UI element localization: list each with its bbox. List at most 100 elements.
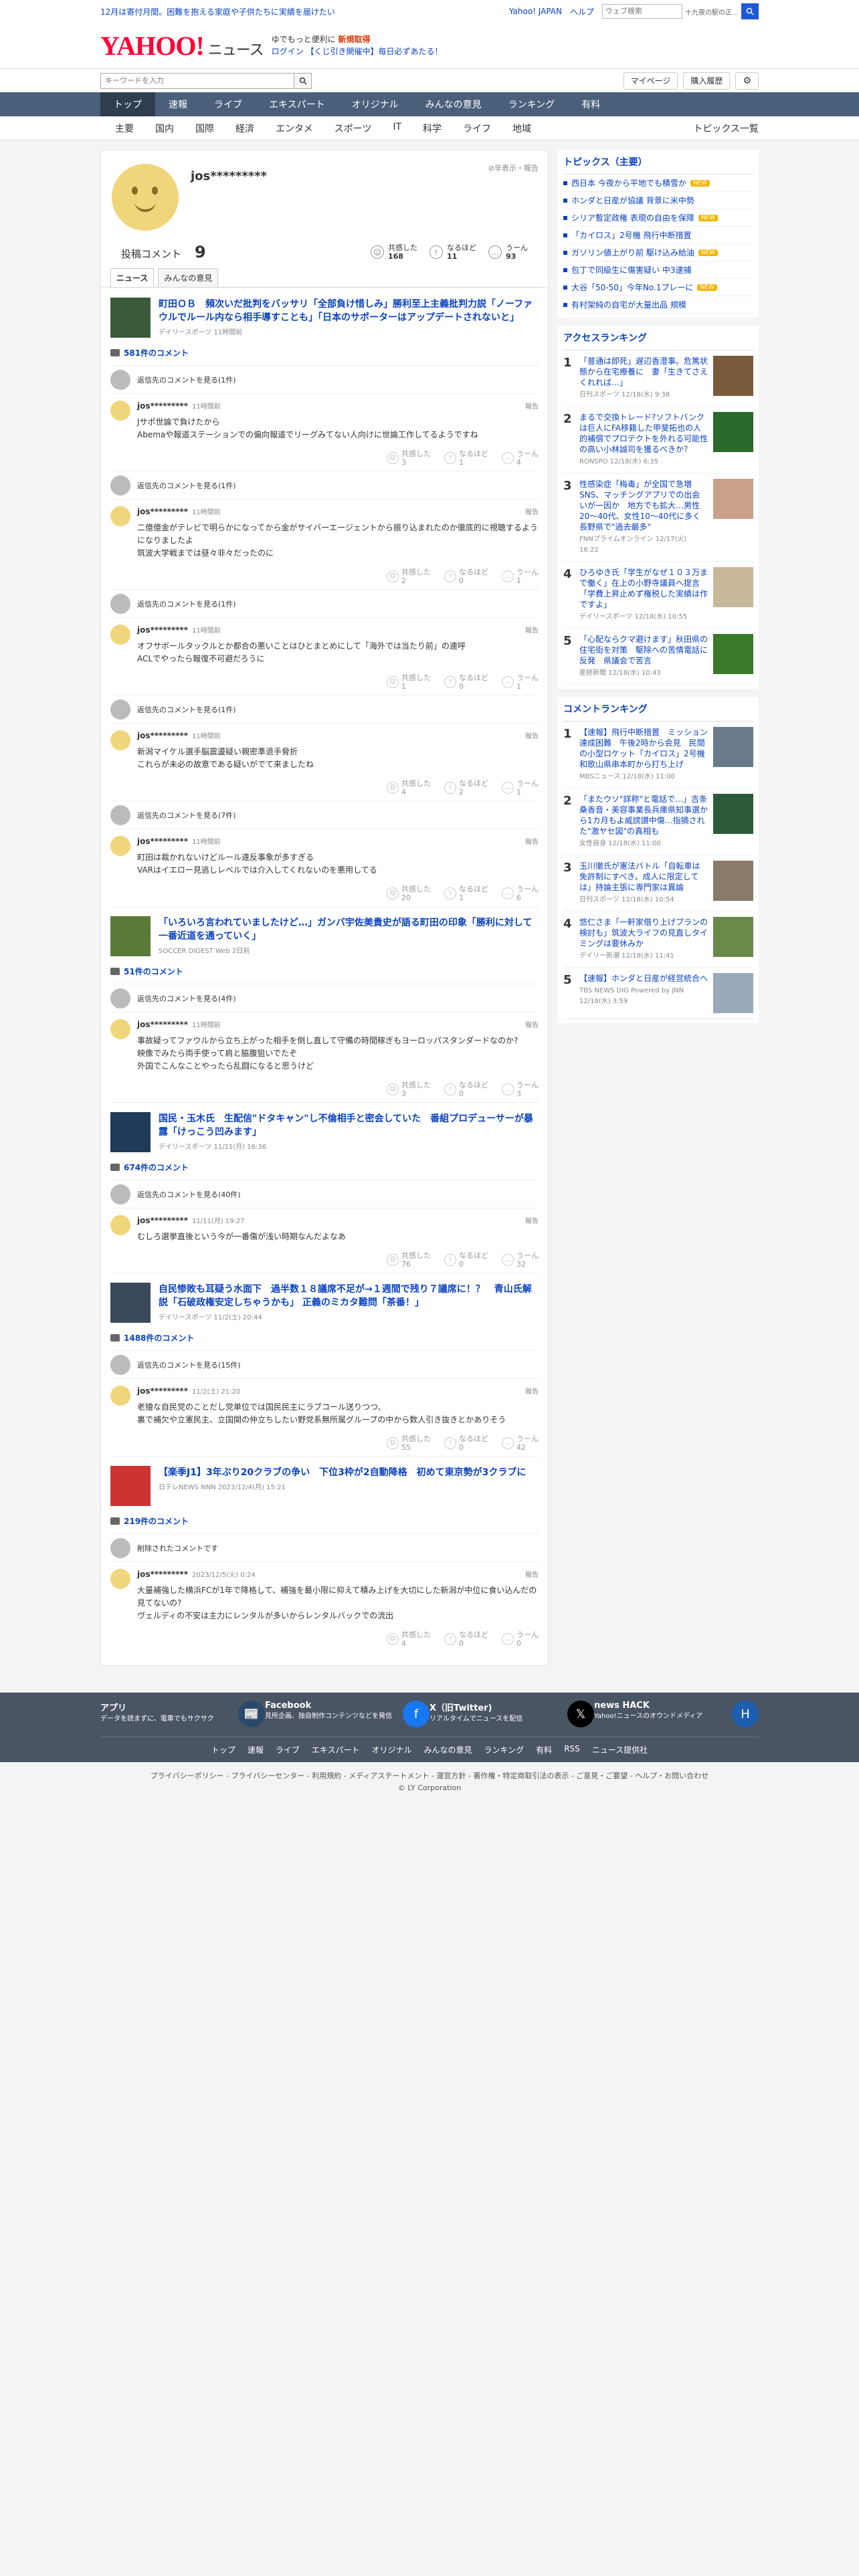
empathy-button[interactable]: ☺ 共感した 76 <box>387 1251 431 1269</box>
parent-comment-link[interactable]: 返信先のコメントを見る(15件) <box>110 1350 539 1378</box>
ranking-item[interactable]: 4 ひろゆき氏「学生がなぜ１０３万まで働く」在上の小野寺議員へ提言「学費上昇止めず… <box>563 562 753 629</box>
hmm-button[interactable]: … うーん 6 <box>502 885 539 902</box>
parent-comment-link[interactable]: 返信先のコメントを見る(40件) <box>110 1180 539 1208</box>
parent-comment-link[interactable]: 返信先のコメントを見る(1件) <box>110 589 539 617</box>
lottery-link[interactable]: 【くじ引き開催中】毎日必ずあたる！ <box>306 47 443 56</box>
insight-button[interactable]: ! なるほど 0 <box>444 1081 488 1098</box>
yahoo-japan-link[interactable]: Yahoo! JAPAN <box>509 7 562 16</box>
footer-link-5[interactable]: みんなの意見 <box>424 1744 472 1755</box>
empathy-button[interactable]: ☺ 共感した 4 <box>387 1630 431 1648</box>
ranking-item[interactable]: 1 【速報】飛行中断措置 ミッション達成困難 午後2時から会見 民間の小型ロケット… <box>563 722 753 788</box>
topic-title[interactable]: ガソリン値上がり前 駆け込み給油 <box>571 247 694 258</box>
footer-link-0[interactable]: トップ <box>211 1744 235 1755</box>
newshack-card[interactable]: news HACK Yahoo!ニュースのオウンドメディア H <box>594 1701 759 1727</box>
rank-title[interactable]: 「心配ならクマ避けます」秋田県の住宅街を対策 駆除への苦情電話に反発 県議会で苦… <box>579 634 708 666</box>
keyword-search-button[interactable] <box>294 72 312 89</box>
hmm-button[interactable]: … うーん 1 <box>502 779 539 796</box>
web-search-input[interactable] <box>602 4 682 19</box>
comment-author[interactable]: jos********* <box>137 731 188 740</box>
article-title[interactable]: 自民惨敗も耳疑う水面下 過半数１８議席不足が→１週間で残り７議席に！？ 青山氏解… <box>159 1283 539 1309</box>
comment-count-link[interactable]: 1488件のコメント <box>110 1328 539 1350</box>
rank-title[interactable]: 悠仁さま「一軒家借り上げプランの検討も」筑波大ライフの見直しタイミングは要休みか <box>579 917 708 949</box>
purchase-history-button[interactable]: 購入履歴 <box>683 72 731 90</box>
parent-comment-link[interactable]: 返信先のコメントを見る(1件) <box>110 471 539 499</box>
topic-item[interactable]: 有村架純の自宅が大量出品 規模 <box>563 296 753 314</box>
hmm-button[interactable]: … うーん 4 <box>502 449 539 467</box>
ranking-item[interactable]: 5 「心配ならクマ避けます」秋田県の住宅街を対策 駆除への苦情電話に反発 県議会で… <box>563 629 753 685</box>
report-link[interactable]: 報告 <box>525 506 539 516</box>
report-link[interactable]: 報告 <box>525 836 539 846</box>
comment-author[interactable]: jos********* <box>137 507 188 516</box>
insight-button[interactable]: ! なるほど 0 <box>444 1251 488 1269</box>
report-link[interactable]: 報告 <box>525 1019 539 1029</box>
subnav-item-2[interactable]: 国際 <box>185 122 225 135</box>
subnav-item-9[interactable]: 地域 <box>502 122 542 135</box>
comment-author[interactable]: jos********* <box>137 1570 188 1579</box>
rank-title[interactable]: 【速報】飛行中断措置 ミッション達成困難 午後2時から会見 民間の小型ロケット「… <box>579 727 713 770</box>
topic-title[interactable]: 西日本 今夜から平地でも積雪か <box>571 177 686 189</box>
empathy-button[interactable]: ☺ 共感した 55 <box>387 1434 431 1452</box>
subnav-item-5[interactable]: スポーツ <box>324 122 383 135</box>
nav-tab-6[interactable]: ランキング <box>495 92 569 116</box>
hmm-button[interactable]: … うーん 42 <box>502 1434 539 1452</box>
rank-title[interactable]: ひろゆき氏「学生がなぜ１０３万まで働く」在上の小野寺議員へ提言「学費上昇止めず権… <box>579 567 708 610</box>
topic-title[interactable]: 有村架純の自宅が大量出品 規模 <box>571 299 686 310</box>
topic-item[interactable]: 大谷「50-50」今年No.1プレーに NEW <box>563 279 753 296</box>
article-header[interactable]: 自民惨敗も耳疑う水面下 過半数１８議席不足が→１週間で残り７議席に！？ 青山氏解… <box>110 1273 539 1328</box>
article-header[interactable]: 国民・玉木氏 生配信"ドタキャン"し不倫相手と密会していた 番組プロデューサーが… <box>110 1102 539 1158</box>
hmm-button[interactable]: … うーん 1 <box>502 673 539 691</box>
ranking-item[interactable]: 1 「普通は即死」遅辺香澄事。危篤状態から在宅療養に 妻「生きてさえくれれば…」日… <box>563 350 753 407</box>
insight-button[interactable]: ! なるほど 0 <box>444 568 488 585</box>
topic-item[interactable]: ガソリン値上がり前 駆け込み給油 NEW <box>563 244 753 261</box>
tab-opinions[interactable]: みんなの意見 <box>158 268 219 287</box>
subnav-item-8[interactable]: ライフ <box>452 122 502 135</box>
article-title[interactable]: 「いろいろ言われていましたけど…」ガンバ宇佐美貴史が語る町田の印象「勝利に対して… <box>159 916 539 943</box>
empathy-button[interactable]: ☺ 共感した 4 <box>387 779 431 796</box>
article-header[interactable]: 【楽季J1】3年ぶり20クラブの争い 下位3枠が2自動降格 初めて東京勢が3クラ… <box>110 1456 539 1511</box>
insight-button[interactable]: ! なるほど 2 <box>444 779 488 796</box>
ranking-item[interactable]: 4 悠仁さま「一軒家借り上げプランの検討も」筑波大ライフの見直しタイミングは要休み… <box>563 911 753 968</box>
comment-count-link[interactable]: 219件のコメント <box>110 1511 539 1533</box>
rank-title[interactable]: 玉川徹氏が憲法バトル「自転車は免許制にすべき。成人に限定しては」持論主張に専門家… <box>579 861 708 893</box>
comment-author[interactable]: jos********* <box>137 625 188 635</box>
comment-author[interactable]: jos********* <box>137 1216 188 1225</box>
login-link[interactable]: ログイン <box>272 47 304 56</box>
nav-tab-1[interactable]: 速報 <box>155 92 201 116</box>
legal-links[interactable]: プライバシーポリシー - プライバシーセンター - 利用規約 - メディアステー… <box>0 1762 859 1784</box>
x-card[interactable]: X（旧Twitter) リアルタイムでニュースを配信 𝕏 <box>430 1701 594 1727</box>
article-title[interactable]: 町田ＯＢ 頻次いだ批判をバッサリ「全部負け惜しみ」勝利至上主義批判力説「ノーファ… <box>159 298 539 324</box>
topic-title[interactable]: 大谷「50-50」今年No.1プレーに <box>571 282 693 293</box>
rank-title[interactable]: 「普通は即死」遅辺香澄事。危篤状態から在宅療養に 妻「生きてさえくれれば…」 <box>579 356 708 388</box>
footer-link-6[interactable]: ランキング <box>484 1744 524 1755</box>
empathy-button[interactable]: ☺ 共感した 2 <box>387 568 431 585</box>
app-card[interactable]: アプリ データを読まずに、電車でもサクサク 📰 <box>100 1701 265 1727</box>
nav-tab-0[interactable]: トップ <box>100 92 155 116</box>
rank-title[interactable]: 【速報】ホンダと日産が経営統合へ <box>579 973 708 984</box>
comment-author[interactable]: jos********* <box>137 401 188 411</box>
topic-item[interactable]: ホンダと日産が協議 背景に米中勢 <box>563 192 753 209</box>
subnav-item-7[interactable]: 科学 <box>412 122 452 135</box>
topic-title[interactable]: シリア暫定政権 表現の自由を保障 <box>571 212 694 223</box>
topic-title[interactable]: 「カイロス」2号機 飛行中断措置 <box>571 229 691 241</box>
subnav-item-1[interactable]: 国内 <box>145 122 185 135</box>
nav-tab-7[interactable]: 有料 <box>568 92 613 116</box>
comment-count-link[interactable]: 51件のコメント <box>110 962 539 984</box>
insight-button[interactable]: ! なるほど 0 <box>444 1434 488 1452</box>
report-link[interactable]: 報告 <box>525 1569 539 1579</box>
footer-link-2[interactable]: ライブ <box>276 1744 300 1755</box>
empathy-button[interactable]: ☺ 共感した 20 <box>387 885 431 902</box>
footer-link-7[interactable]: 有料 <box>536 1744 552 1755</box>
footer-link-1[interactable]: 速報 <box>248 1744 264 1755</box>
report-link[interactable]: 報告 <box>525 1386 539 1396</box>
insight-button[interactable]: ! なるほど 0 <box>444 673 488 691</box>
web-search-button[interactable] <box>741 3 759 19</box>
rank-title[interactable]: 「またウソ"詳称"と電話で…」吉条桑香音・美容事業長兵庫県知事選から1カ月もよ威… <box>579 794 708 837</box>
empathy-button[interactable]: ☺ 共感した 3 <box>387 1081 431 1098</box>
article-title[interactable]: 国民・玉木氏 生配信"ドタキャン"し不倫相手と密会していた 番組プロデューサーが… <box>159 1112 539 1139</box>
topic-item[interactable]: 西日本 今夜から平地でも積雪か NEW <box>563 175 753 192</box>
rank-title[interactable]: 性感染症「梅毒」が全国で急増 SNS、マッチングアプリでの出会いが一因か 地方で… <box>579 479 708 532</box>
article-header[interactable]: 町田ＯＢ 頻次いだ批判をバッサリ「全部負け惜しみ」勝利至上主義批判力説「ノーファ… <box>110 288 539 343</box>
footer-link-9[interactable]: ニュース提供社 <box>592 1744 648 1755</box>
nav-tab-5[interactable]: みんなの意見 <box>412 92 495 116</box>
topic-title[interactable]: ホンダと日産が協議 背景に米中勢 <box>571 195 694 206</box>
